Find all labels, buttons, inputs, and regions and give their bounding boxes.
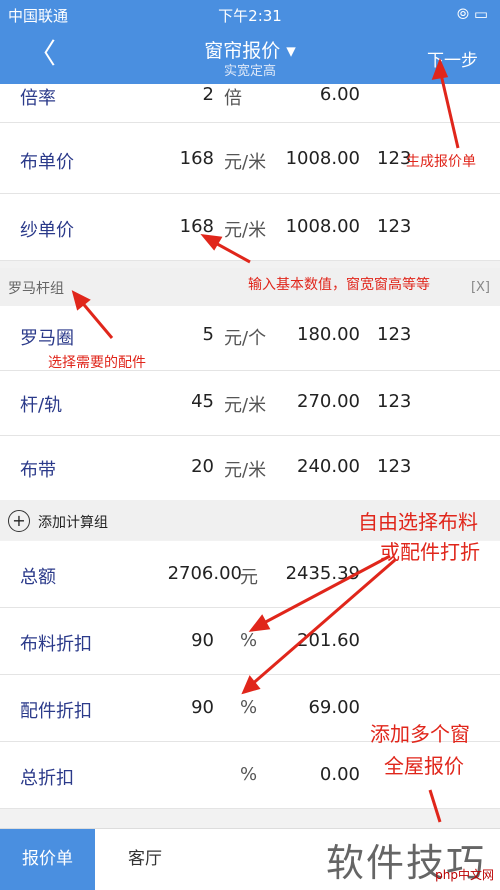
row-qty[interactable]: 45 xyxy=(191,391,214,412)
row-qty[interactable]: 168 xyxy=(180,148,214,169)
annotation-multi-2: 全屋报价 xyxy=(384,754,464,778)
row-label: 总额 xyxy=(20,567,56,588)
annotation-input: 输入基本数值，窗宽窗高等等 xyxy=(248,277,430,293)
group-name: 罗马杆组 xyxy=(8,281,64,297)
annotation-select: 选择需要的配件 xyxy=(48,355,146,371)
add-group-label: 添加计算组 xyxy=(38,515,108,531)
row-qty[interactable]: 168 xyxy=(180,216,214,237)
list-item[interactable]: 布带 20 元/米 240.00 123 xyxy=(0,436,500,501)
list-item[interactable]: 倍率 2 倍 6.00 xyxy=(0,84,500,123)
row-extra: 123 xyxy=(377,391,412,412)
row-unit: 元/个 xyxy=(224,328,267,349)
row-qty[interactable]: 90 xyxy=(191,697,214,718)
status-time: 下午2:31 xyxy=(218,7,282,25)
row-label: 倍率 xyxy=(20,88,56,109)
row-amount: 69.00 xyxy=(308,697,360,718)
row-amount: 240.00 xyxy=(297,456,360,477)
row-unit: 元/米 xyxy=(224,460,267,481)
row-label: 配件折扣 xyxy=(20,701,92,722)
row-unit: % xyxy=(240,697,258,718)
row-amount: 6.00 xyxy=(319,84,360,105)
row-unit: 元 xyxy=(240,567,258,588)
row-amount: 1008.00 xyxy=(285,216,360,237)
nav-bar: 中国联通 下午2:31 ⦾ ▭ 〈 窗帘报价 ▾ 实宽定高 下一步 xyxy=(0,0,500,84)
list-item[interactable]: 布料折扣 90 % 201.60 xyxy=(0,608,500,675)
row-qty[interactable]: 20 xyxy=(191,456,214,477)
row-unit: 元/米 xyxy=(224,152,267,173)
row-extra: 123 xyxy=(377,456,412,477)
list-item[interactable]: 纱单价 168 元/米 1008.00 123 xyxy=(0,194,500,261)
annotation-discount-2: 或配件打折 xyxy=(380,540,480,564)
row-amount: 270.00 xyxy=(297,391,360,412)
row-label: 杆/轨 xyxy=(20,395,63,416)
group-close-button[interactable]: [X] xyxy=(471,280,490,295)
plus-circle-icon: + xyxy=(8,510,30,532)
row-label: 布料折扣 xyxy=(20,634,92,655)
tab-quote[interactable]: 报价单 xyxy=(0,829,95,890)
annotation-generate: 生成报价单 xyxy=(406,154,476,170)
row-extra: 123 xyxy=(377,324,412,345)
battery-icon: ⦾ ▭ xyxy=(457,5,488,23)
annotation-discount-1: 自由选择布料 xyxy=(358,510,478,534)
next-button[interactable]: 下一步 xyxy=(427,46,478,71)
row-label: 纱单价 xyxy=(20,220,74,241)
row-unit: % xyxy=(240,764,258,785)
row-unit: 倍 xyxy=(224,88,242,109)
tab-living-room[interactable]: 客厅 xyxy=(95,829,195,890)
row-qty[interactable]: 90 xyxy=(191,630,214,651)
row-unit: 元/米 xyxy=(224,220,267,241)
row-qty[interactable]: 2 xyxy=(203,84,214,105)
row-label: 总折扣 xyxy=(20,768,74,789)
row-label: 布带 xyxy=(20,460,56,481)
row-amount: 1008.00 xyxy=(285,148,360,169)
row-extra: 123 xyxy=(377,216,412,237)
row-amount: 180.00 xyxy=(297,324,360,345)
status-bar: 中国联通 下午2:31 ⦾ ▭ xyxy=(0,4,500,26)
row-amount: 0.00 xyxy=(319,764,360,785)
annotation-multi-1: 添加多个窗 xyxy=(370,722,470,746)
page-subtitle: 实宽定高 xyxy=(223,64,276,79)
list-item[interactable]: 杆/轨 45 元/米 270.00 123 xyxy=(0,371,500,436)
row-label: 布单价 xyxy=(20,152,74,173)
row-amount: 2435.39 xyxy=(285,563,360,584)
row-qty: 2706.00 xyxy=(167,563,242,584)
row-qty[interactable]: 5 xyxy=(203,324,214,345)
row-label: 罗马圈 xyxy=(20,328,74,349)
page-title[interactable]: 窗帘报价 ▾ xyxy=(0,36,500,63)
watermark-site: php中文网 xyxy=(435,868,494,882)
row-unit: 元/米 xyxy=(224,395,267,416)
row-unit: % xyxy=(240,630,258,651)
row-amount: 201.60 xyxy=(297,630,360,651)
